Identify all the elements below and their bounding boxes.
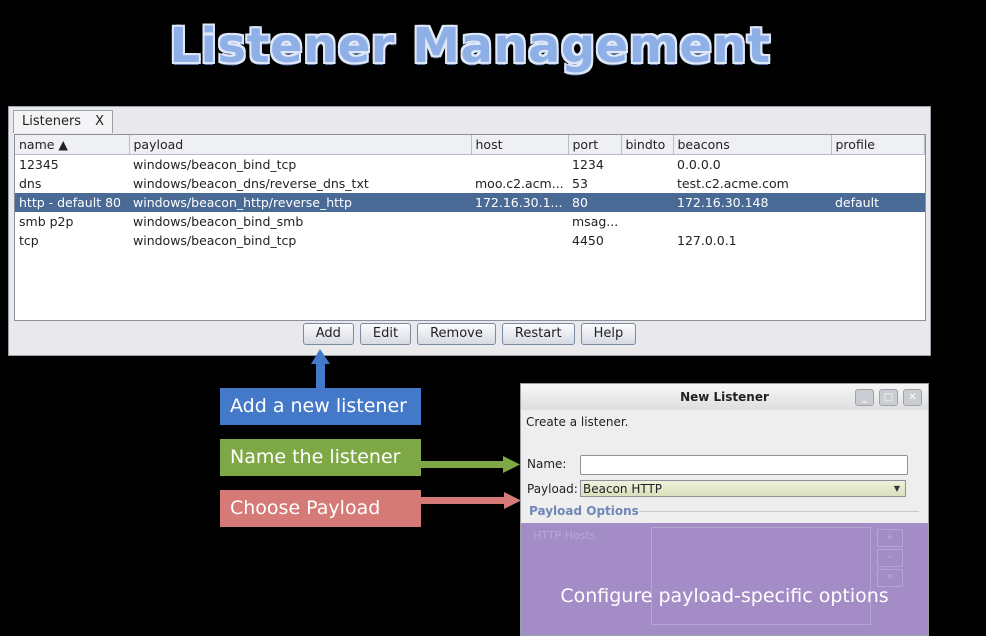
close-icon[interactable]: ✕ — [903, 389, 922, 406]
payload-label: Payload: — [527, 482, 578, 496]
arrow-up-to-add — [311, 349, 330, 388]
arrow-to-name-field — [421, 456, 520, 473]
callout-add-listener: Add a new listener — [220, 388, 421, 425]
minimize-icon[interactable]: _ — [855, 389, 874, 406]
dialog-titlebar: New Listener _ □ ✕ — [521, 384, 928, 410]
dialog-subtitle: Create a listener. — [526, 415, 629, 429]
new-listener-dialog: New Listener _ □ ✕ Create a listener. Na… — [520, 383, 929, 636]
remove-host-icon[interactable]: − — [877, 549, 903, 567]
overlay-caption: Configure payload-specific options — [560, 585, 889, 607]
http-hosts-label: HTTP Hosts — [533, 529, 596, 542]
payload-select[interactable]: Beacon HTTP ▼ — [580, 480, 906, 497]
add-host-icon[interactable]: + — [877, 529, 903, 547]
name-field[interactable] — [580, 455, 908, 475]
payload-options-legend: Payload Options — [529, 504, 639, 518]
callout-choose-payload: Choose Payload — [220, 490, 421, 527]
payload-options-divider — [639, 511, 919, 512]
dialog-title: New Listener — [680, 390, 769, 404]
arrow-to-payload-field — [421, 492, 521, 509]
name-label: Name: — [527, 457, 567, 471]
chevron-down-icon[interactable]: ▼ — [890, 482, 904, 495]
payload-select-value: Beacon HTTP — [583, 482, 663, 496]
callout-name-listener: Name the listener — [220, 439, 421, 476]
maximize-icon[interactable]: □ — [879, 389, 898, 406]
http-hosts-list[interactable] — [651, 527, 871, 625]
payload-options-overlay: HTTP Hosts + − ✕ Configure payload-speci… — [521, 523, 928, 635]
